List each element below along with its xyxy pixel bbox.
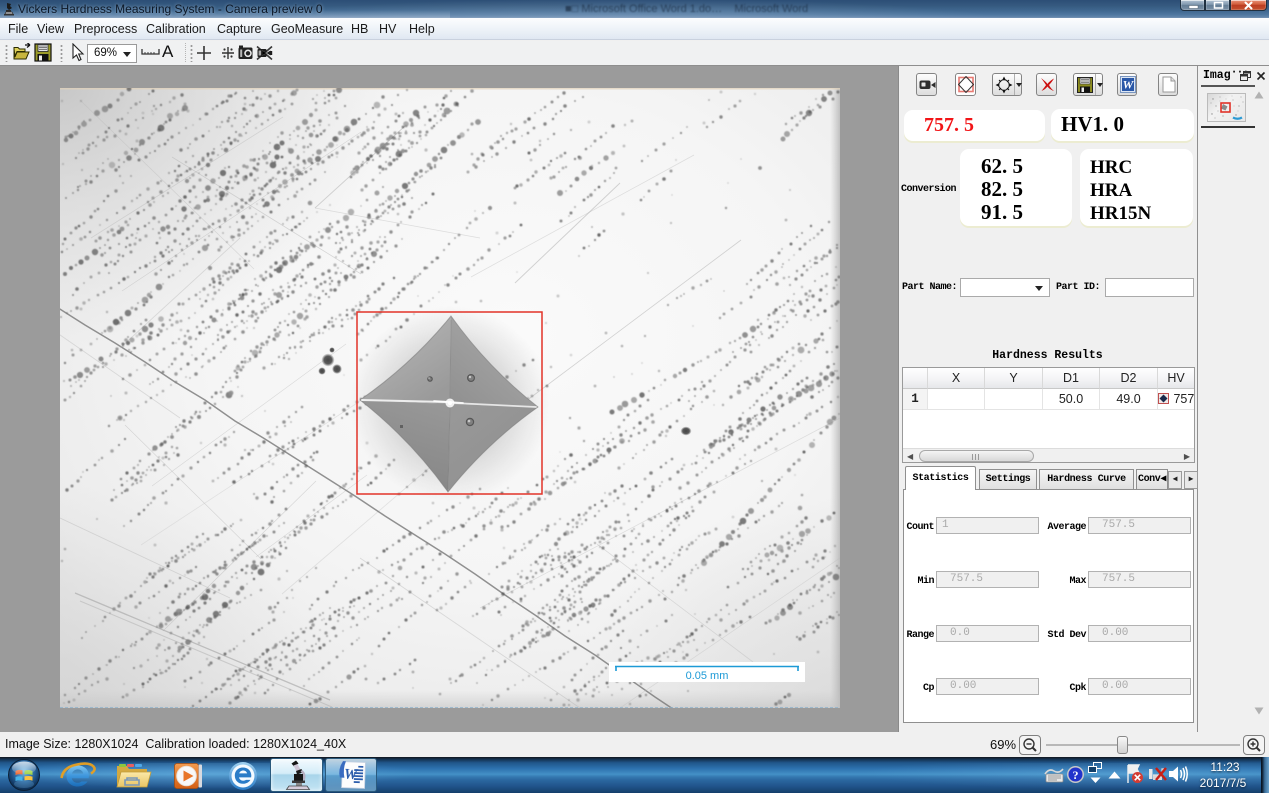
- svg-text:W: W: [1123, 78, 1135, 92]
- svg-text:?: ?: [1073, 768, 1079, 782]
- svg-text:0.05 mm: 0.05 mm: [686, 670, 729, 682]
- svg-text:W: W: [344, 767, 360, 784]
